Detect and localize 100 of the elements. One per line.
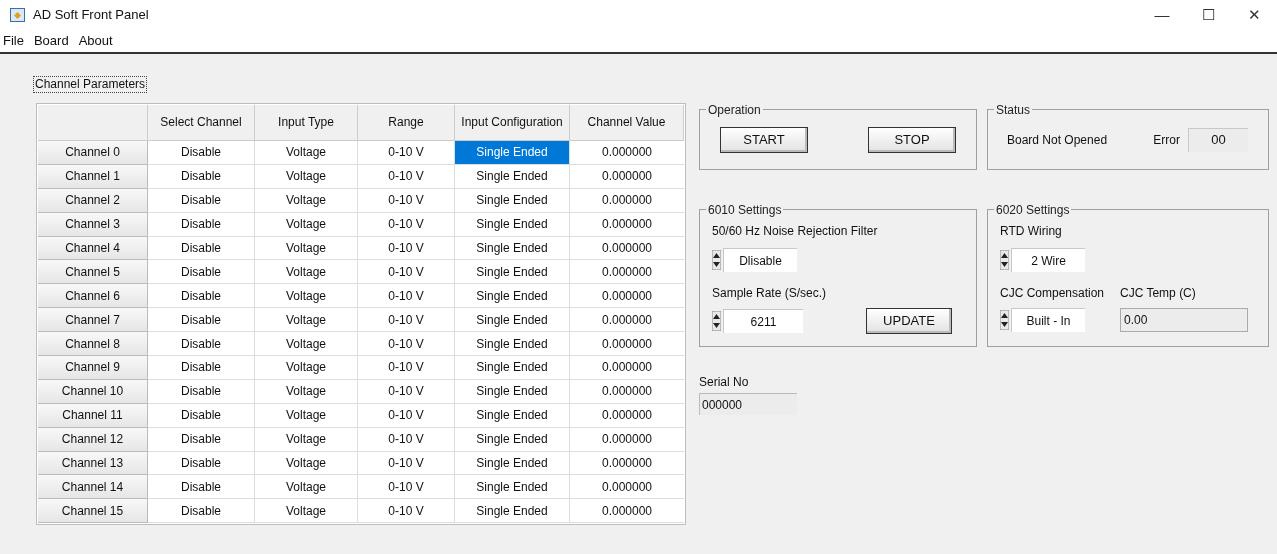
table-cell: Disable: [148, 379, 255, 404]
table-cell: Disable: [148, 475, 255, 500]
menu-item[interactable]: About: [77, 31, 114, 51]
column-header: Select Channel: [148, 105, 255, 141]
table-cell: Voltage: [255, 188, 358, 213]
table-cell[interactable]: Single Ended: [455, 236, 570, 261]
row-header[interactable]: Channel 4: [38, 236, 148, 261]
table-cell: 0-10 V: [358, 284, 455, 309]
table-cell: Disable: [148, 308, 255, 333]
table-cell: 0-10 V: [358, 164, 455, 189]
row-header[interactable]: Channel 8: [38, 332, 148, 356]
table-cell: 0.000000: [570, 427, 684, 452]
table-cell[interactable]: Single Ended: [455, 308, 570, 333]
table-cell: 0-10 V: [358, 332, 455, 356]
table-cell: Voltage: [255, 236, 358, 261]
window-control[interactable]: ✕: [1231, 0, 1277, 30]
row-header[interactable]: Channel 6: [38, 284, 148, 309]
table-cell[interactable]: Single Ended: [455, 499, 570, 524]
table-cell: Disable: [148, 212, 255, 237]
table-cell: Voltage: [255, 308, 358, 333]
spinner-icon[interactable]: [712, 311, 721, 331]
table-cell: Disable: [148, 332, 255, 356]
table-cell[interactable]: Single Ended: [455, 284, 570, 309]
row-header[interactable]: Channel 13: [38, 451, 148, 476]
table-cell: Disable: [148, 499, 255, 524]
table-cell: Voltage: [255, 475, 358, 500]
table-cell: 0-10 V: [358, 356, 455, 380]
table-cell[interactable]: Single Ended: [455, 379, 570, 404]
action-button[interactable]: STOP: [868, 126, 956, 153]
table-cell: 0.000000: [570, 236, 684, 261]
table-cell[interactable]: Single Ended: [455, 260, 570, 285]
table-cell[interactable]: Single Ended: [455, 451, 570, 476]
column-header: Input Type: [255, 105, 358, 141]
table-cell[interactable]: Single Ended: [455, 141, 570, 165]
spinner-icon[interactable]: [712, 250, 721, 270]
row-header[interactable]: Channel 12: [38, 427, 148, 452]
table-cell: 0-10 V: [358, 308, 455, 333]
window-title: AD Soft Front Panel: [33, 6, 149, 25]
table-cell: Disable: [148, 188, 255, 213]
table-cell[interactable]: Single Ended: [455, 403, 570, 428]
table-cell[interactable]: Single Ended: [455, 356, 570, 380]
row-header[interactable]: Channel 2: [38, 188, 148, 213]
table-cell: 0-10 V: [358, 451, 455, 476]
row-header[interactable]: Channel 14: [38, 475, 148, 500]
window-control[interactable]: ☐: [1185, 0, 1231, 30]
row-header[interactable]: Channel 5: [38, 260, 148, 285]
table-cell: Voltage: [255, 164, 358, 189]
table-cell: 0.000000: [570, 212, 684, 237]
table-cell: Disable: [148, 451, 255, 476]
table-cell: Voltage: [255, 141, 358, 165]
row-header[interactable]: Channel 0: [38, 141, 148, 165]
row-header[interactable]: Channel 1: [38, 164, 148, 189]
table-cell: 0-10 V: [358, 379, 455, 404]
table-cell: 0.000000: [570, 451, 684, 476]
table-cell: 0.000000: [570, 499, 684, 524]
table-cell: Disable: [148, 260, 255, 285]
serial-field: 000000: [699, 393, 797, 415]
table-cell: Disable: [148, 164, 255, 189]
table-cell: Disable: [148, 141, 255, 165]
error-label: Error: [1153, 131, 1180, 149]
table-cell: 0-10 V: [358, 475, 455, 500]
table-cell: Voltage: [255, 499, 358, 524]
row-header[interactable]: Channel 15: [38, 499, 148, 524]
row-header[interactable]: Channel 9: [38, 356, 148, 380]
table-cell: 0.000000: [570, 164, 684, 189]
window-control[interactable]: —: [1139, 0, 1185, 30]
table-cell: 0.000000: [570, 379, 684, 404]
value-field[interactable]: Built - In: [1011, 308, 1085, 332]
table-cell: Disable: [148, 356, 255, 380]
table-cell[interactable]: Single Ended: [455, 427, 570, 452]
table-cell[interactable]: Single Ended: [455, 332, 570, 356]
value-field[interactable]: Dlisable: [723, 248, 797, 272]
table-cell[interactable]: Single Ended: [455, 475, 570, 500]
table-cell[interactable]: Single Ended: [455, 212, 570, 237]
table-cell: 0.000000: [570, 284, 684, 309]
table-cell[interactable]: Single Ended: [455, 188, 570, 213]
table-cell: 0-10 V: [358, 236, 455, 261]
status-text: Board Not Opened: [1007, 131, 1108, 149]
value-field[interactable]: 2 Wire: [1011, 248, 1085, 272]
action-button[interactable]: UPDATE: [866, 308, 952, 334]
field-label: Serial No: [699, 374, 750, 391]
menu-item[interactable]: Board: [32, 31, 70, 51]
spinner-icon[interactable]: [1000, 250, 1009, 270]
table-cell: 0-10 V: [358, 260, 455, 285]
spinner-icon[interactable]: [1000, 310, 1009, 330]
row-header[interactable]: Channel 10: [38, 379, 148, 404]
row-header[interactable]: Channel 3: [38, 212, 148, 237]
table-cell: Voltage: [255, 451, 358, 476]
row-header[interactable]: Channel 7: [38, 308, 148, 333]
menu-item[interactable]: File: [2, 31, 25, 51]
table-cell[interactable]: Single Ended: [455, 164, 570, 189]
column-header: Input Configuration: [455, 105, 570, 141]
value-field[interactable]: 6211: [723, 309, 803, 333]
table-cell: Disable: [148, 236, 255, 261]
section-label: Channel Parameters: [33, 76, 148, 93]
table-cell: 0-10 V: [358, 499, 455, 524]
row-header[interactable]: Channel 11: [38, 403, 148, 428]
table-cell: 0-10 V: [358, 212, 455, 237]
action-button[interactable]: START: [720, 126, 808, 153]
table-cell: Voltage: [255, 212, 358, 237]
